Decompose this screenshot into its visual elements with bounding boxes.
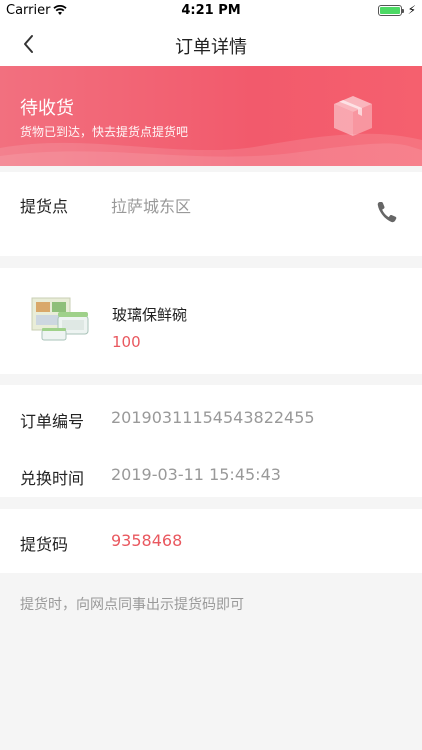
order-status-banner: 待收货 货物已到达，快去提货点提货吧 <box>0 66 422 166</box>
product-name: 玻璃保鲜碗 <box>112 306 188 324</box>
pickup-point-section: 提货点 拉萨城东区 <box>0 172 422 256</box>
phone-icon[interactable] <box>376 200 398 224</box>
pickup-code-section: 提货码 9358468 <box>0 509 422 573</box>
redeem-time-value: 2019-03-11 15:45:43 <box>111 465 281 484</box>
order-info-section: 订单编号 20190311154543822455 兑换时间 2019-03-1… <box>0 385 422 497</box>
redeem-time-label: 兑换时间 <box>20 469 85 488</box>
product-section: 玻璃保鲜碗 100 <box>0 268 422 374</box>
charging-icon: ⚡ <box>407 3 416 17</box>
pickup-point-label: 提货点 <box>20 197 69 216</box>
pickup-point-location: 拉萨城东区 <box>111 197 192 216</box>
order-status-text: 待收货 <box>20 98 74 119</box>
pickup-code-value: 9358468 <box>111 531 183 550</box>
clock: 4:21 PM <box>181 3 241 18</box>
status-bar: Carrier 4:21 PM ⚡ <box>0 0 422 22</box>
battery-icon <box>378 5 404 16</box>
product-price: 100 <box>112 333 141 351</box>
order-number-value: 20190311154543822455 <box>111 408 315 427</box>
package-icon <box>334 96 372 136</box>
nav-bar: 订单详情 <box>0 22 422 66</box>
order-status-description: 货物已到达，快去提货点提货吧 <box>20 125 189 139</box>
pickup-code-label: 提货码 <box>20 535 69 554</box>
order-number-label: 订单编号 <box>20 412 85 431</box>
product-image <box>31 297 89 341</box>
pickup-instruction-note: 提货时，向网点同事出示提货码即可 <box>20 597 244 613</box>
page-title: 订单详情 <box>175 37 247 58</box>
